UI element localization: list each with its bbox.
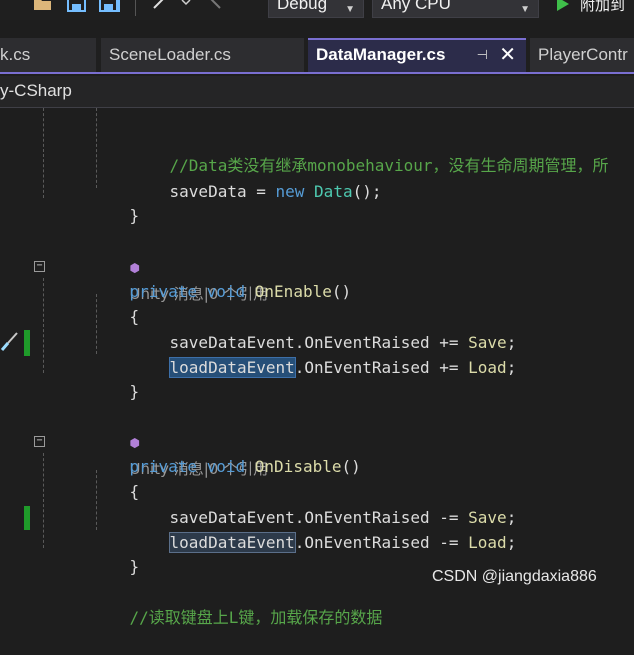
codelens-line: ⬢ Unity 消息|0 个引用 — [91, 404, 269, 478]
selected-identifier[interactable]: loadDataEvent — [168, 357, 296, 378]
code-line: saveDataEvent.OnEventRaised -= Save; — [131, 480, 517, 527]
identifier: saveData — [169, 182, 247, 201]
platform-value: Any CPU — [381, 0, 451, 13]
tab-k-cs[interactable]: k.cs — [0, 38, 96, 72]
reference-highlight[interactable]: loadDataEvent — [168, 532, 296, 553]
run-button-label[interactable]: 附加到 — [580, 0, 625, 15]
punctuation: () — [341, 457, 361, 476]
brace: } — [129, 382, 140, 401]
punctuation: (); — [352, 182, 382, 201]
configuration-value: Debug — [277, 0, 328, 13]
punctuation: ; — [506, 358, 517, 377]
code-line: saveData = new Data(); — [131, 154, 382, 201]
collapse-toggle-onenable[interactable]: − — [34, 261, 45, 272]
code-line: //读取键盘上L键，加载保存的数据 — [91, 580, 383, 627]
code-line: loadDataEvent.OnEventRaised += Load; — [131, 330, 516, 378]
indent-guide — [43, 108, 44, 198]
operator: += — [429, 358, 469, 377]
project-name: y-CSharp — [0, 81, 72, 100]
comment-text: //读取键盘上L键，加载保存的数据 — [129, 608, 383, 627]
codelens-line: ⬢ Unity 消息|0 个引用 — [91, 229, 269, 303]
undo-icon[interactable] — [150, 0, 174, 14]
indent-guide — [43, 453, 44, 548]
method-name: OnEnable — [254, 282, 332, 301]
member: .OnEventRaised — [294, 533, 430, 552]
tab-datamanager[interactable]: DataManager.cs ⊣ ✕ — [308, 38, 526, 72]
code-line: { — [91, 279, 140, 326]
code-line: loadDataEvent.OnEventRaised -= Load; — [131, 505, 516, 553]
main-toolbar: Debug ▼ Any CPU ▼ 附加到 — [0, 0, 634, 20]
code-line: { — [91, 454, 140, 501]
keyword: void — [206, 457, 246, 476]
code-editor[interactable]: − − //Data类没有继承monobehaviour，没有生命周期管理，所 … — [0, 108, 634, 627]
keyword: new — [275, 182, 305, 201]
operator: = — [246, 182, 276, 201]
quick-actions-brush-icon[interactable] — [0, 330, 20, 352]
keyword: private — [129, 282, 197, 301]
pin-icon[interactable]: ⊣ — [477, 40, 488, 70]
operator: -= — [429, 533, 469, 552]
toolbar-separator — [135, 0, 136, 16]
save-all-icon[interactable] — [98, 0, 122, 14]
method-name: OnDisable — [254, 457, 342, 476]
tab-label: k.cs — [0, 45, 31, 64]
brace: } — [129, 557, 140, 576]
code-line: } — [91, 529, 140, 576]
platform-dropdown[interactable]: Any CPU ▼ — [372, 0, 539, 18]
redo-icon[interactable] — [200, 0, 224, 14]
project-selector[interactable]: y-CSharp — [0, 76, 634, 108]
type-name: Data — [314, 182, 353, 201]
tab-label: PlayerContr — [538, 45, 628, 64]
chevron-down-icon: ▼ — [520, 4, 530, 15]
play-icon[interactable] — [554, 0, 572, 14]
indent-guide — [43, 278, 44, 373]
save-icon[interactable] — [66, 0, 88, 14]
code-line: //Data类没有继承monobehaviour，没有生命周期管理，所 — [131, 128, 609, 175]
change-indicator — [24, 506, 30, 530]
tab-label: DataManager.cs — [316, 45, 446, 64]
keyword: private — [129, 457, 197, 476]
member: .OnEventRaised — [294, 358, 430, 377]
configuration-dropdown[interactable]: Debug ▼ — [268, 0, 364, 18]
code-line: private void OnEnable() — [91, 254, 352, 301]
tab-sceneloader[interactable]: SceneLoader.cs — [101, 38, 304, 72]
tab-playercontroller[interactable]: PlayerContr — [530, 38, 634, 72]
chevron-down-icon: ▼ — [345, 4, 355, 15]
code-line: } — [91, 178, 140, 225]
brace: } — [129, 206, 140, 225]
open-folder-icon[interactable] — [32, 0, 54, 14]
watermark: CSDN @jiangdaxia886 — [432, 568, 597, 585]
document-tab-bar: k.cs SceneLoader.cs DataManager.cs ⊣ ✕ P… — [0, 38, 634, 74]
tab-label: SceneLoader.cs — [109, 45, 231, 64]
collapse-toggle-ondisable[interactable]: − — [34, 436, 45, 447]
change-indicator — [24, 330, 30, 356]
method-ref: Load — [468, 533, 507, 552]
indent-guide — [96, 108, 97, 188]
code-line: } — [91, 354, 140, 401]
punctuation: ; — [506, 533, 517, 552]
chevron-down-icon[interactable] — [180, 0, 192, 14]
punctuation: () — [331, 282, 352, 301]
code-line: private void OnDisable() — [91, 429, 361, 476]
close-icon[interactable]: ✕ — [499, 40, 516, 70]
keyword: void — [206, 282, 246, 301]
method-ref: Load — [468, 358, 507, 377]
code-line: saveDataEvent.OnEventRaised += Save; — [131, 305, 517, 352]
